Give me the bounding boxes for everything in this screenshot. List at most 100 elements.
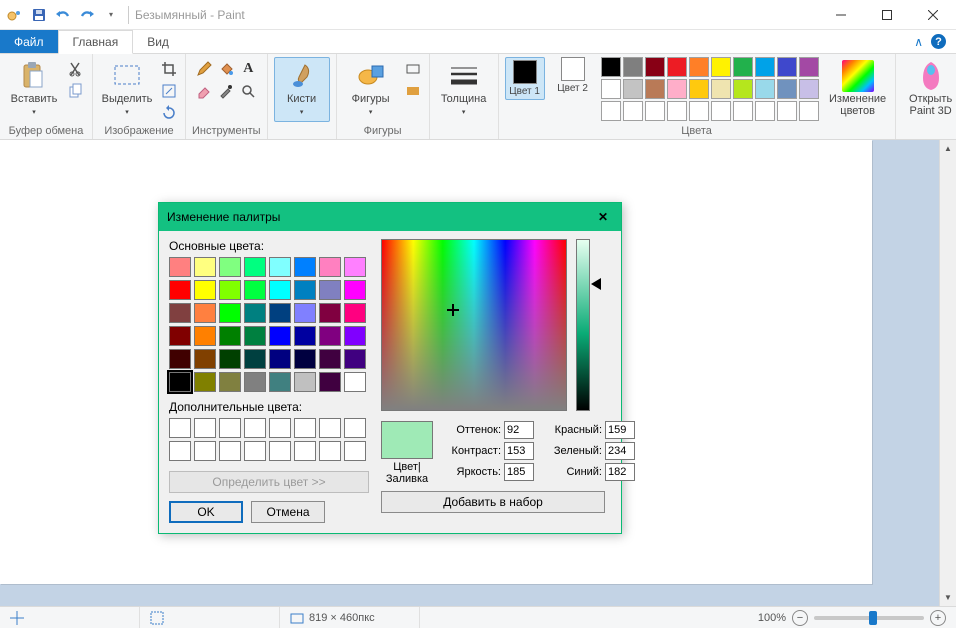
basic-color-swatch[interactable] <box>269 372 291 392</box>
palette-swatch[interactable] <box>777 57 797 77</box>
custom-color-slot[interactable] <box>269 441 291 461</box>
basic-color-swatch[interactable] <box>244 326 266 346</box>
basic-color-swatch[interactable] <box>319 257 341 277</box>
basic-color-swatch[interactable] <box>244 349 266 369</box>
zoom-out-button[interactable]: − <box>792 610 808 626</box>
basic-color-swatch[interactable] <box>269 303 291 323</box>
palette-swatch[interactable] <box>645 101 665 121</box>
palette-swatch[interactable] <box>777 101 797 121</box>
basic-color-swatch[interactable] <box>219 280 241 300</box>
basic-color-swatch[interactable] <box>194 303 216 323</box>
open-paint3d-button[interactable]: Открыть Paint 3D <box>902 57 956 120</box>
custom-color-slot[interactable] <box>194 441 216 461</box>
palette-swatch[interactable] <box>667 101 687 121</box>
brushes-button[interactable]: Кисти▾ <box>274 57 330 122</box>
green-input[interactable] <box>605 442 635 460</box>
vertical-scrollbar[interactable]: ▲ ▼ <box>939 140 956 606</box>
hue-input[interactable] <box>504 421 534 439</box>
palette-swatch[interactable] <box>755 57 775 77</box>
basic-color-swatch[interactable] <box>169 349 191 369</box>
luminance-slider[interactable] <box>576 239 590 411</box>
basic-color-swatch[interactable] <box>194 280 216 300</box>
add-to-custom-button[interactable]: Добавить в набор <box>381 491 605 513</box>
palette-swatch[interactable] <box>667 57 687 77</box>
palette-swatch[interactable] <box>799 57 819 77</box>
basic-color-swatch[interactable] <box>294 349 316 369</box>
basic-color-swatch[interactable] <box>219 372 241 392</box>
basic-color-swatch[interactable] <box>344 303 366 323</box>
picker-icon[interactable] <box>216 81 236 101</box>
palette-swatch[interactable] <box>799 101 819 121</box>
custom-color-slot[interactable] <box>294 441 316 461</box>
basic-color-swatch[interactable] <box>294 326 316 346</box>
color-gradient[interactable] <box>381 239 567 411</box>
basic-color-swatch[interactable] <box>269 349 291 369</box>
shapes-button[interactable]: Фигуры▾ <box>343 57 399 122</box>
pencil-icon[interactable] <box>194 59 214 79</box>
maximize-button[interactable] <box>864 0 910 30</box>
basic-color-swatch[interactable] <box>219 349 241 369</box>
scroll-down-icon[interactable]: ▼ <box>940 589 956 606</box>
basic-color-swatch[interactable] <box>219 257 241 277</box>
text-icon[interactable]: A <box>238 59 258 79</box>
thickness-button[interactable]: Толщина▾ <box>436 57 492 122</box>
palette-swatch[interactable] <box>667 79 687 99</box>
palette-swatch[interactable] <box>755 101 775 121</box>
save-icon[interactable] <box>28 4 50 26</box>
palette-swatch[interactable] <box>689 79 709 99</box>
basic-color-swatch[interactable] <box>244 303 266 323</box>
basic-color-swatch[interactable] <box>344 280 366 300</box>
palette-swatch[interactable] <box>711 101 731 121</box>
basic-color-swatch[interactable] <box>194 349 216 369</box>
palette-swatch[interactable] <box>711 57 731 77</box>
undo-icon[interactable] <box>52 4 74 26</box>
palette-swatch[interactable] <box>777 79 797 99</box>
basic-color-swatch[interactable] <box>319 280 341 300</box>
palette-swatch[interactable] <box>645 79 665 99</box>
palette-swatch[interactable] <box>601 57 621 77</box>
palette-swatch[interactable] <box>711 79 731 99</box>
basic-color-swatch[interactable] <box>269 326 291 346</box>
zoom-icon[interactable] <box>238 81 258 101</box>
red-input[interactable] <box>605 421 635 439</box>
shape-outline-icon[interactable] <box>403 59 423 79</box>
basic-color-swatch[interactable] <box>269 257 291 277</box>
fill-icon[interactable] <box>216 59 236 79</box>
tab-file[interactable]: Файл <box>0 30 58 53</box>
tab-home[interactable]: Главная <box>58 30 134 54</box>
cut-icon[interactable] <box>66 59 86 79</box>
collapse-ribbon-icon[interactable]: ∧ <box>914 35 923 49</box>
cancel-button[interactable]: Отмена <box>251 501 325 523</box>
redo-icon[interactable] <box>76 4 98 26</box>
crop-icon[interactable] <box>159 59 179 79</box>
basic-color-swatch[interactable] <box>169 280 191 300</box>
zoom-in-button[interactable]: + <box>930 610 946 626</box>
custom-color-slot[interactable] <box>244 418 266 438</box>
basic-color-swatch[interactable] <box>169 326 191 346</box>
palette-swatch[interactable] <box>689 101 709 121</box>
basic-color-swatch[interactable] <box>294 372 316 392</box>
blue-input[interactable] <box>605 463 635 481</box>
close-button[interactable] <box>910 0 956 30</box>
basic-color-swatch[interactable] <box>244 372 266 392</box>
custom-color-slot[interactable] <box>219 441 241 461</box>
basic-color-swatch[interactable] <box>294 257 316 277</box>
basic-color-swatch[interactable] <box>319 303 341 323</box>
shape-fill-icon[interactable] <box>403 81 423 101</box>
basic-color-swatch[interactable] <box>344 326 366 346</box>
scroll-up-icon[interactable]: ▲ <box>940 140 956 157</box>
custom-color-slot[interactable] <box>344 441 366 461</box>
dialog-close-button[interactable]: ✕ <box>593 207 613 227</box>
basic-color-swatch[interactable] <box>219 303 241 323</box>
basic-color-swatch[interactable] <box>319 349 341 369</box>
palette-swatch[interactable] <box>755 79 775 99</box>
basic-color-swatch[interactable] <box>269 280 291 300</box>
custom-color-slot[interactable] <box>319 441 341 461</box>
palette-swatch[interactable] <box>623 57 643 77</box>
basic-color-swatch[interactable] <box>344 349 366 369</box>
custom-color-slot[interactable] <box>194 418 216 438</box>
select-button[interactable]: Выделить▾ <box>99 57 155 122</box>
copy-icon[interactable] <box>66 81 86 101</box>
custom-color-slot[interactable] <box>219 418 241 438</box>
palette-swatch[interactable] <box>799 79 819 99</box>
